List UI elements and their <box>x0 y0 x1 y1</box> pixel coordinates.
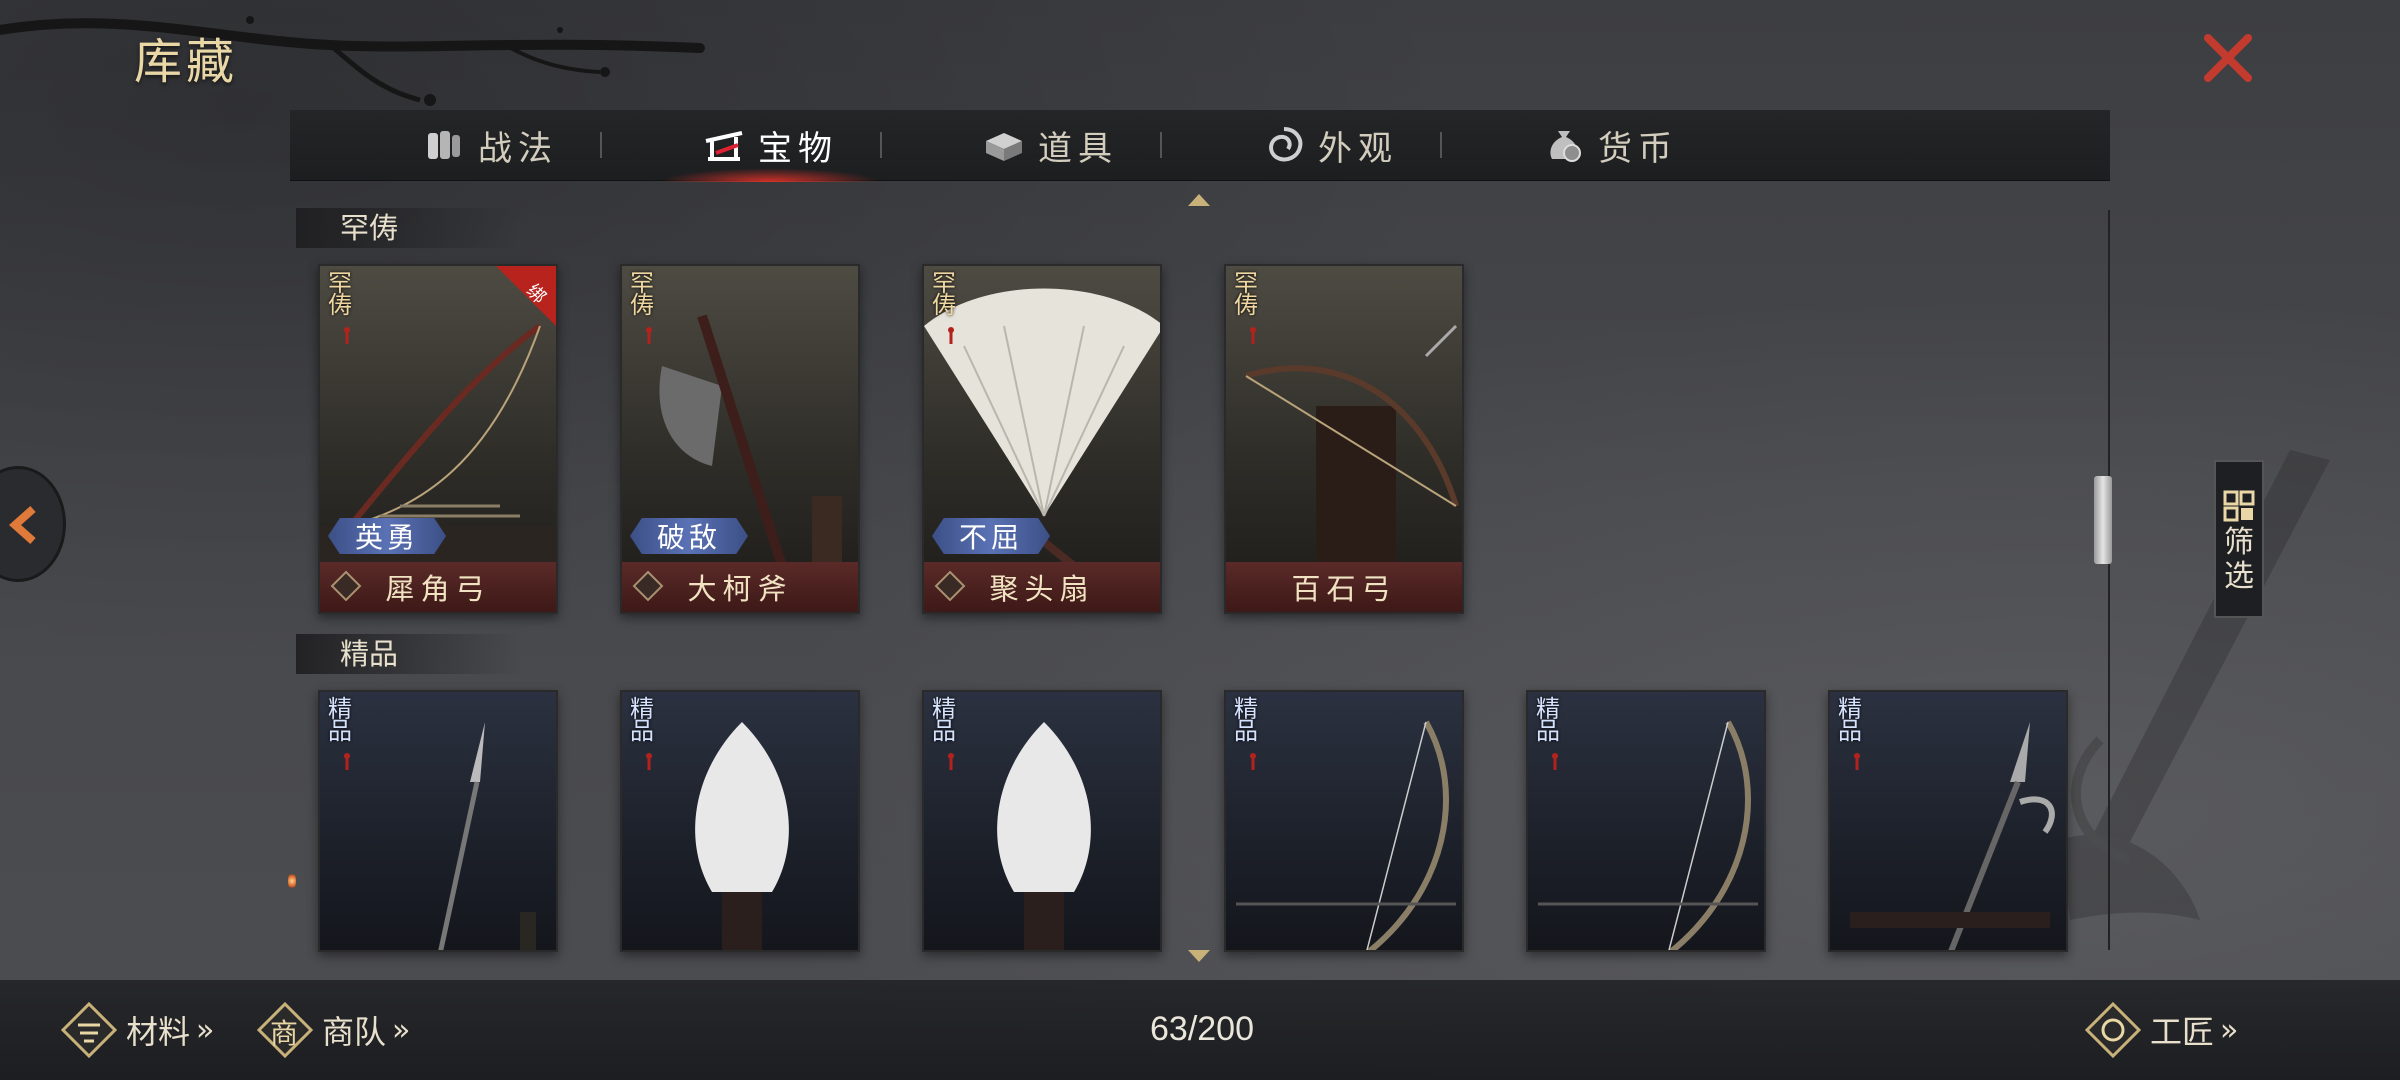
bound-ribbon <box>496 266 556 326</box>
treasure-card[interactable]: 精 品 <box>922 690 1162 952</box>
tier-label: 精 品 <box>630 695 654 745</box>
filter-label: 筛选 <box>2224 525 2254 594</box>
attribute-badge: 破敌 <box>630 518 748 554</box>
treasure-card[interactable]: 精 品 <box>318 690 558 952</box>
scrolls-icon <box>428 131 460 159</box>
item-name-bar: 聚头扇 <box>924 562 1160 612</box>
treasure-card[interactable]: 精 品 <box>1526 690 1766 952</box>
chest-icon <box>986 133 1022 161</box>
section-label-rare: 罕俦 <box>296 208 520 248</box>
craftsman-button[interactable]: 工匠» <box>2084 1000 2238 1060</box>
treasure-card[interactable]: 罕 俦 不屈 聚头扇 <box>922 264 1162 614</box>
tab-tactics[interactable]: 战法 <box>350 110 630 180</box>
tier-label: 罕 俦 <box>630 269 654 319</box>
tier-label: 罕 俦 <box>932 269 956 319</box>
tier-label: 精 品 <box>328 695 352 745</box>
grid-icon <box>2223 490 2255 522</box>
tab-label: 宝物 <box>758 128 838 169</box>
chevron-left-icon <box>8 506 36 544</box>
grade-diamond-icon <box>330 570 362 602</box>
scroll-up-arrow-icon[interactable] <box>1186 192 1212 208</box>
close-icon[interactable] <box>2200 30 2256 86</box>
item-name: 大柯斧 <box>687 572 793 606</box>
tab-divider <box>1160 132 1162 158</box>
treasure-card[interactable]: 精 品 <box>1224 690 1464 952</box>
materials-icon <box>60 1001 118 1059</box>
scrollbar-track[interactable] <box>2108 210 2110 950</box>
tab-label: 货币 <box>1598 128 1678 169</box>
tier-label: 罕 俦 <box>328 269 352 319</box>
caravan-label: 商队 <box>322 1013 387 1051</box>
treasure-card[interactable]: 精 品 <box>1828 690 2068 952</box>
attribute-badge: 英勇 <box>328 518 446 554</box>
ink-sword-decoration <box>2060 450 2330 920</box>
double-chevron-icon: » <box>196 1012 215 1048</box>
tier-label: 精 品 <box>1536 695 1560 745</box>
treasure-card[interactable]: 罕 俦 绑 英勇 犀角弓 <box>318 264 558 614</box>
materials-label: 材料 <box>126 1013 191 1051</box>
tab-divider <box>600 132 602 158</box>
craftsman-icon <box>2084 1001 2142 1059</box>
section-label-fine: 精品 <box>296 634 520 674</box>
item-name-bar: 百石弓 <box>1226 562 1462 612</box>
storage-capacity: 63/200 <box>1150 1010 1254 1048</box>
tab-divider <box>880 132 882 158</box>
page-title: 库藏 <box>134 34 239 90</box>
tab-treasures[interactable]: 宝物 <box>630 110 910 182</box>
side-drawer-handle[interactable] <box>0 466 66 582</box>
category-tabbar: 战法 宝物 道具 外观 货币 <box>290 110 2110 182</box>
tab-appearance[interactable]: 外观 <box>1190 110 1470 180</box>
swirl-icon <box>1269 127 1303 162</box>
item-name: 聚头扇 <box>989 572 1095 606</box>
tab-items[interactable]: 道具 <box>910 110 1190 180</box>
item-name: 百石弓 <box>1291 572 1397 606</box>
money-bag-icon <box>1550 131 1581 162</box>
ember-decoration <box>288 872 296 890</box>
double-chevron-icon: » <box>392 1012 411 1048</box>
caravan-icon-glyph: 商 <box>270 1017 299 1050</box>
tab-divider <box>1440 132 1442 158</box>
tier-label: 精 品 <box>1234 695 1258 745</box>
tab-label: 道具 <box>1038 128 1118 169</box>
scrollbar-thumb[interactable] <box>2094 476 2112 564</box>
tab-label: 外观 <box>1318 128 1398 169</box>
tier-label: 精 品 <box>932 695 956 745</box>
grade-diamond-icon <box>934 570 966 602</box>
weapon-rack-icon <box>705 131 743 161</box>
scroll-down-arrow-icon[interactable] <box>1186 948 1212 964</box>
tab-label: 战法 <box>478 128 558 169</box>
filter-button[interactable]: 筛选 <box>2214 460 2264 618</box>
tier-label: 精 品 <box>1838 695 1862 745</box>
materials-button[interactable]: 材料» <box>60 1000 214 1060</box>
caravan-button[interactable]: 商 商队» <box>256 1000 410 1060</box>
treasure-card[interactable]: 罕 俦 破敌 大柯斧 <box>620 264 860 614</box>
craftsman-label: 工匠 <box>2150 1013 2215 1051</box>
item-name-bar: 犀角弓 <box>320 562 556 612</box>
double-chevron-icon: » <box>2220 1012 2239 1048</box>
tier-label: 罕 俦 <box>1234 269 1258 319</box>
attribute-badge: 不屈 <box>932 518 1050 554</box>
treasure-card[interactable]: 罕 俦 百石弓 <box>1224 264 1464 614</box>
item-name-bar: 大柯斧 <box>622 562 858 612</box>
tab-currency[interactable]: 货币 <box>1470 110 1750 180</box>
item-name: 犀角弓 <box>385 572 491 606</box>
treasure-card[interactable]: 精 品 <box>620 690 860 952</box>
grade-diamond-icon <box>632 570 664 602</box>
